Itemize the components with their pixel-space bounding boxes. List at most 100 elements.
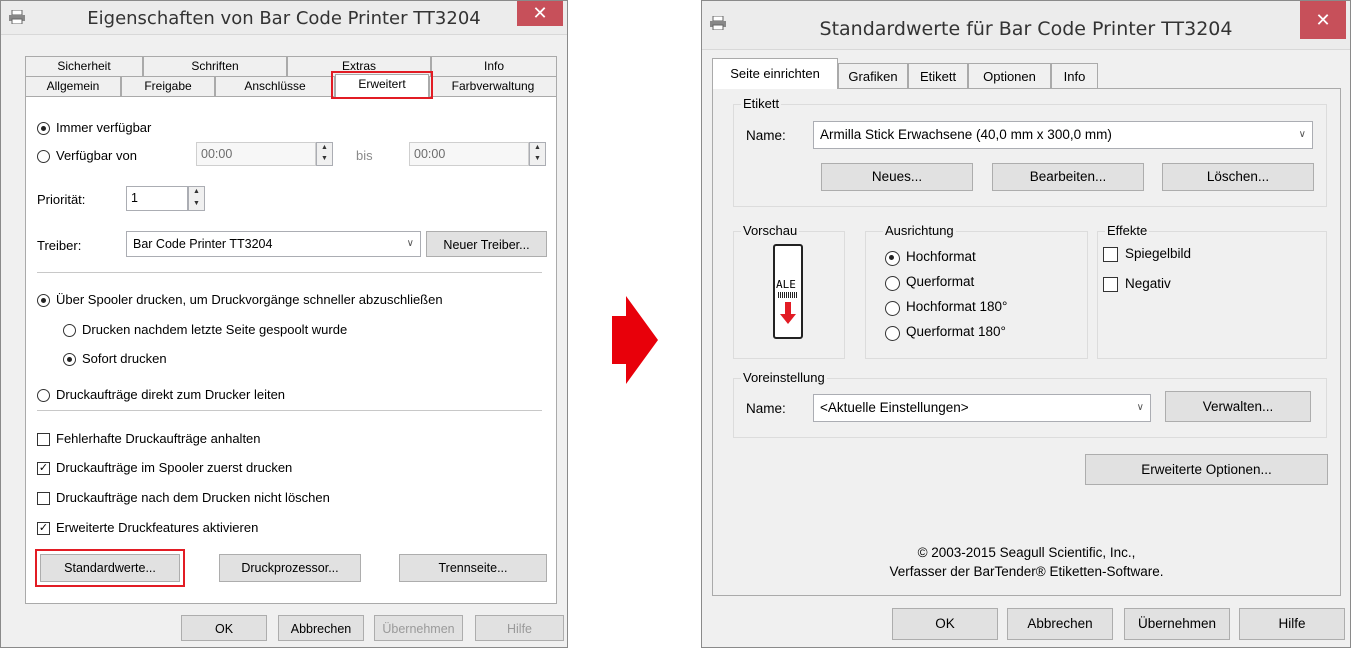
arrow-down-icon [780,302,796,324]
label-preview: ALE [773,244,803,339]
dialog-title: Standardwerte für Bar Code Printer TT320… [819,18,1233,40]
label-direkt-drucken: Druckaufträge direkt zum Drucker leiten [56,387,286,402]
checkbox-spooler-zuerst[interactable]: ✓ [37,462,50,475]
separator [37,272,542,273]
radio-querformat[interactable] [885,276,900,291]
radio-hochformat[interactable] [885,251,900,266]
tab-seite-einrichten[interactable]: Seite einrichten [712,58,838,89]
checkbox-negativ[interactable] [1103,277,1118,292]
help-button[interactable]: Hilfe [1239,608,1345,640]
trennseite-button[interactable]: Trennseite... [399,554,547,582]
label-fehlerhafte-anhalten: Fehlerhafte Druckaufträge anhalten [56,431,261,446]
highlight-standardwerte-button [35,549,185,587]
advanced-options-button[interactable]: Erweiterte Optionen... [1085,454,1328,485]
label-name-select[interactable]: Armilla Stick Erwachsene (40,0 mm x 300,… [813,121,1313,149]
label-nicht-loeschen: Druckaufträge nach dem Drucken nicht lös… [56,490,330,505]
printer-properties-dialog: Eigenschaften von Bar Code Printer TT320… [0,0,568,648]
author-text: Verfasser der BarTender® Etiketten-Softw… [889,564,1164,579]
tab-freigabe[interactable]: Freigabe [121,76,215,96]
tab-etikett[interactable]: Etikett [908,63,968,89]
tab-panel-seite-einrichten: Etikett Name: Armilla Stick Erwachsene (… [712,88,1341,596]
dialog-title: Eigenschaften von Bar Code Printer TT320… [87,8,481,29]
highlight-erweitert-tab [331,71,433,99]
label-treiber: Treiber: [37,238,82,253]
tab-info[interactable]: Info [431,56,557,76]
priority-spinner[interactable]: ▲ ▼ [188,186,205,211]
orientation-group [865,231,1088,359]
radio-nach-letzter-seite[interactable] [63,324,76,337]
printer-defaults-dialog: Standardwerte für Bar Code Printer TT320… [701,0,1351,648]
label-immer-verfuegbar: Immer verfügbar [56,120,152,135]
tab-grafiken[interactable]: Grafiken [838,63,908,89]
help-button[interactable]: Hilfe [475,615,564,641]
delete-button[interactable]: Löschen... [1162,163,1314,191]
separator [37,410,542,411]
radio-hochformat-180[interactable] [885,301,900,316]
druckprozessor-button[interactable]: Druckprozessor... [219,554,361,582]
close-button[interactable]: ✕ [517,1,563,26]
time-to-spinner[interactable]: ▲ ▼ [529,142,546,166]
radio-querformat-180[interactable] [885,326,900,341]
tab-allgemein[interactable]: Allgemein [25,76,121,96]
manage-button[interactable]: Verwalten... [1165,391,1311,422]
tab-info[interactable]: Info [1051,63,1098,89]
tab-sicherheit[interactable]: Sicherheit [25,56,143,76]
label-bis: bis [356,148,373,163]
preview-group-label: Vorschau [741,223,800,238]
radio-verfuegbar-von[interactable] [37,150,50,163]
chevron-down-icon: ∨ [406,238,414,249]
label-querformat-180: Querformat 180° [906,324,1006,339]
label-sofort-drucken: Sofort drucken [82,351,167,366]
ok-button[interactable]: OK [181,615,267,641]
label-ueber-spooler: Über Spooler drucken, um Druckvorgänge s… [56,292,443,307]
apply-button[interactable]: Übernehmen [374,615,463,641]
preset-select-value: <Aktuelle Einstellungen> [820,400,969,415]
new-button[interactable]: Neues... [821,163,973,191]
ok-button[interactable]: OK [892,608,998,640]
radio-ueber-spooler[interactable] [37,294,50,307]
cancel-button[interactable]: Abbrechen [278,615,364,641]
edit-button[interactable]: Bearbeiten... [992,163,1144,191]
priority-input[interactable]: 1 [126,186,188,211]
label-name: Name: [746,128,786,143]
arrow-right-icon [612,296,658,384]
etikett-group-label: Etikett [741,96,782,111]
title-bar: Eigenschaften von Bar Code Printer TT320… [1,1,567,35]
driver-select-value: Bar Code Printer TT3204 [133,237,273,251]
preset-select[interactable]: <Aktuelle Einstellungen> ∨ [813,394,1151,422]
label-erweiterte-features: Erweiterte Druckfeatures aktivieren [56,520,259,535]
label-verfuegbar-von: Verfügbar von [56,148,137,163]
preset-group-label: Voreinstellung [741,370,827,385]
label-spiegelbild: Spiegelbild [1125,246,1192,261]
tab-optionen[interactable]: Optionen [968,63,1051,89]
tab-panel-erweitert: Immer verfügbar Verfügbar von 00:00 ▲ ▼ b… [25,96,557,604]
time-from-input[interactable]: 00:00 [196,142,316,166]
tab-schriften[interactable]: Schriften [143,56,287,76]
driver-select[interactable]: Bar Code Printer TT3204 ∨ [126,231,421,257]
label-hochformat: Hochformat [906,249,976,264]
close-button[interactable]: ✕ [1300,1,1346,39]
label-hochformat-180: Hochformat 180° [906,299,1008,314]
label-preview-text: ALE [776,278,796,291]
copyright-text: © 2003-2015 Seagull Scientific, Inc., [917,545,1136,560]
checkbox-erweiterte-features[interactable]: ✓ [37,522,50,535]
checkbox-spiegelbild[interactable] [1103,247,1118,262]
time-from-spinner[interactable]: ▲ ▼ [316,142,333,166]
radio-direkt-drucken[interactable] [37,389,50,402]
checkbox-fehlerhafte-anhalten[interactable] [37,433,50,446]
checkbox-nicht-loeschen[interactable] [37,492,50,505]
effects-group-label: Effekte [1105,223,1150,238]
new-driver-button[interactable]: Neuer Treiber... [426,231,547,257]
time-to-input[interactable]: 00:00 [409,142,529,166]
cancel-button[interactable]: Abbrechen [1007,608,1113,640]
chevron-down-icon: ∨ [1298,129,1306,140]
title-bar: Standardwerte für Bar Code Printer TT320… [702,1,1350,50]
tab-anschluesse[interactable]: Anschlüsse [215,76,335,96]
label-name-value: Armilla Stick Erwachsene (40,0 mm x 300,… [820,127,1112,142]
radio-immer-verfuegbar[interactable] [37,122,50,135]
radio-sofort-drucken[interactable] [63,353,76,366]
barcode-icon [778,292,798,298]
tab-farbverwaltung[interactable]: Farbverwaltung [429,76,557,96]
orientation-group-label: Ausrichtung [883,223,956,238]
apply-button[interactable]: Übernehmen [1124,608,1230,640]
